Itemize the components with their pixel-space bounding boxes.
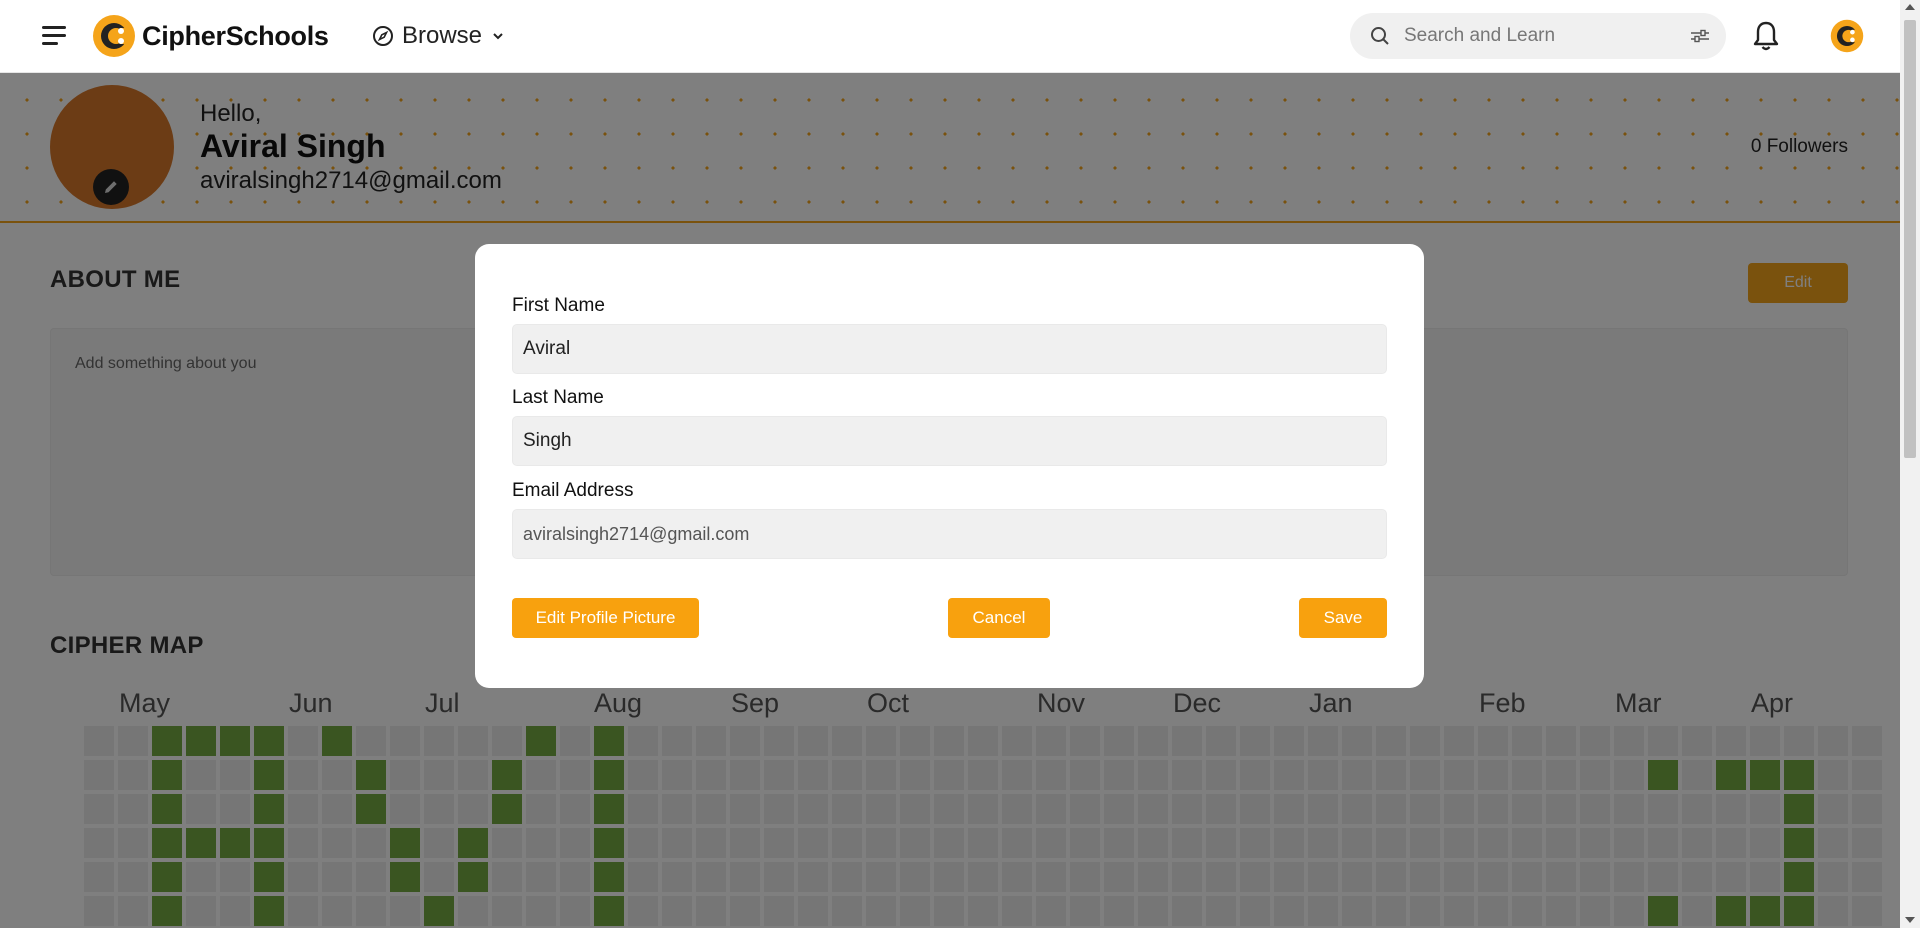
bell-icon[interactable] [1752, 20, 1780, 52]
first-name-field[interactable] [512, 324, 1387, 374]
logo-text: CipherSchools [142, 20, 329, 51]
edit-profile-modal: First Name Last Name Email Address Edit … [475, 244, 1424, 688]
first-name-label: First Name [512, 295, 605, 316]
edit-profile-picture-button[interactable]: Edit Profile Picture [512, 598, 699, 638]
chevron-down-icon [493, 33, 503, 40]
menu-icon[interactable] [42, 26, 66, 46]
email-label: Email Address [512, 480, 634, 501]
scrollbar-thumb[interactable] [1904, 20, 1916, 458]
compass-icon [373, 26, 393, 46]
scrollbar[interactable] [1900, 0, 1920, 928]
scroll-down-arrow[interactable] [1905, 917, 1915, 923]
email-field[interactable] [512, 509, 1387, 559]
search-bar[interactable]: Search and Learn [1350, 13, 1726, 59]
search-icon [1371, 27, 1389, 45]
browse-menu[interactable]: Browse [372, 22, 504, 50]
cipherschools-logo-icon [93, 15, 135, 57]
browse-label: Browse [402, 22, 483, 49]
user-avatar-icon[interactable] [1830, 19, 1864, 53]
top-navbar: CipherSchools Browse Search and Learn [0, 0, 1900, 73]
search-input[interactable]: Search and Learn [1404, 25, 1690, 47]
logo[interactable]: CipherSchools [92, 14, 329, 58]
save-button[interactable]: Save [1299, 598, 1387, 638]
filter-icon[interactable] [1690, 28, 1710, 44]
scroll-up-arrow[interactable] [1905, 4, 1915, 10]
last-name-label: Last Name [512, 387, 604, 408]
cancel-button[interactable]: Cancel [948, 598, 1050, 638]
last-name-field[interactable] [512, 416, 1387, 466]
